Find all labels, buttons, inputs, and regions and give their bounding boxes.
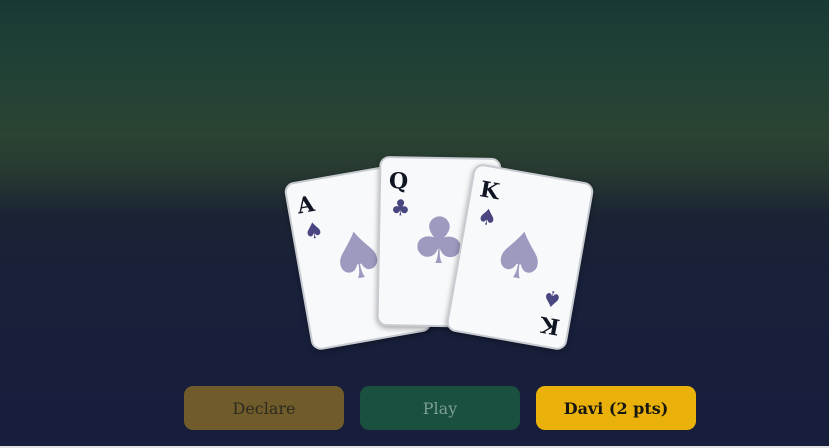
card-rank: Q bbox=[388, 168, 409, 195]
declare-button[interactable]: Declare bbox=[184, 386, 344, 430]
play-button[interactable]: Play bbox=[360, 386, 520, 430]
player-hand: A ♠ ♠ ♠ A Q ♣ ♣ ♣ Q K ♠ ♠ ♠ K bbox=[0, 0, 829, 448]
game-table: A ♠ ♠ ♠ A Q ♣ ♣ ♣ Q K ♠ ♠ ♠ K Declare Pl… bbox=[0, 0, 829, 448]
action-bar: Declare Play Davi (2 pts) bbox=[0, 386, 829, 430]
spade-icon: ♠ bbox=[540, 283, 565, 312]
card-rank: K bbox=[477, 176, 502, 206]
spade-icon: ♠ bbox=[301, 217, 326, 246]
club-icon: ♣ bbox=[390, 196, 411, 222]
card-rank: A bbox=[295, 190, 317, 220]
spade-icon: ♠ bbox=[485, 215, 555, 299]
card-rank: K bbox=[538, 310, 562, 340]
player-score-button[interactable]: Davi (2 pts) bbox=[536, 386, 696, 430]
